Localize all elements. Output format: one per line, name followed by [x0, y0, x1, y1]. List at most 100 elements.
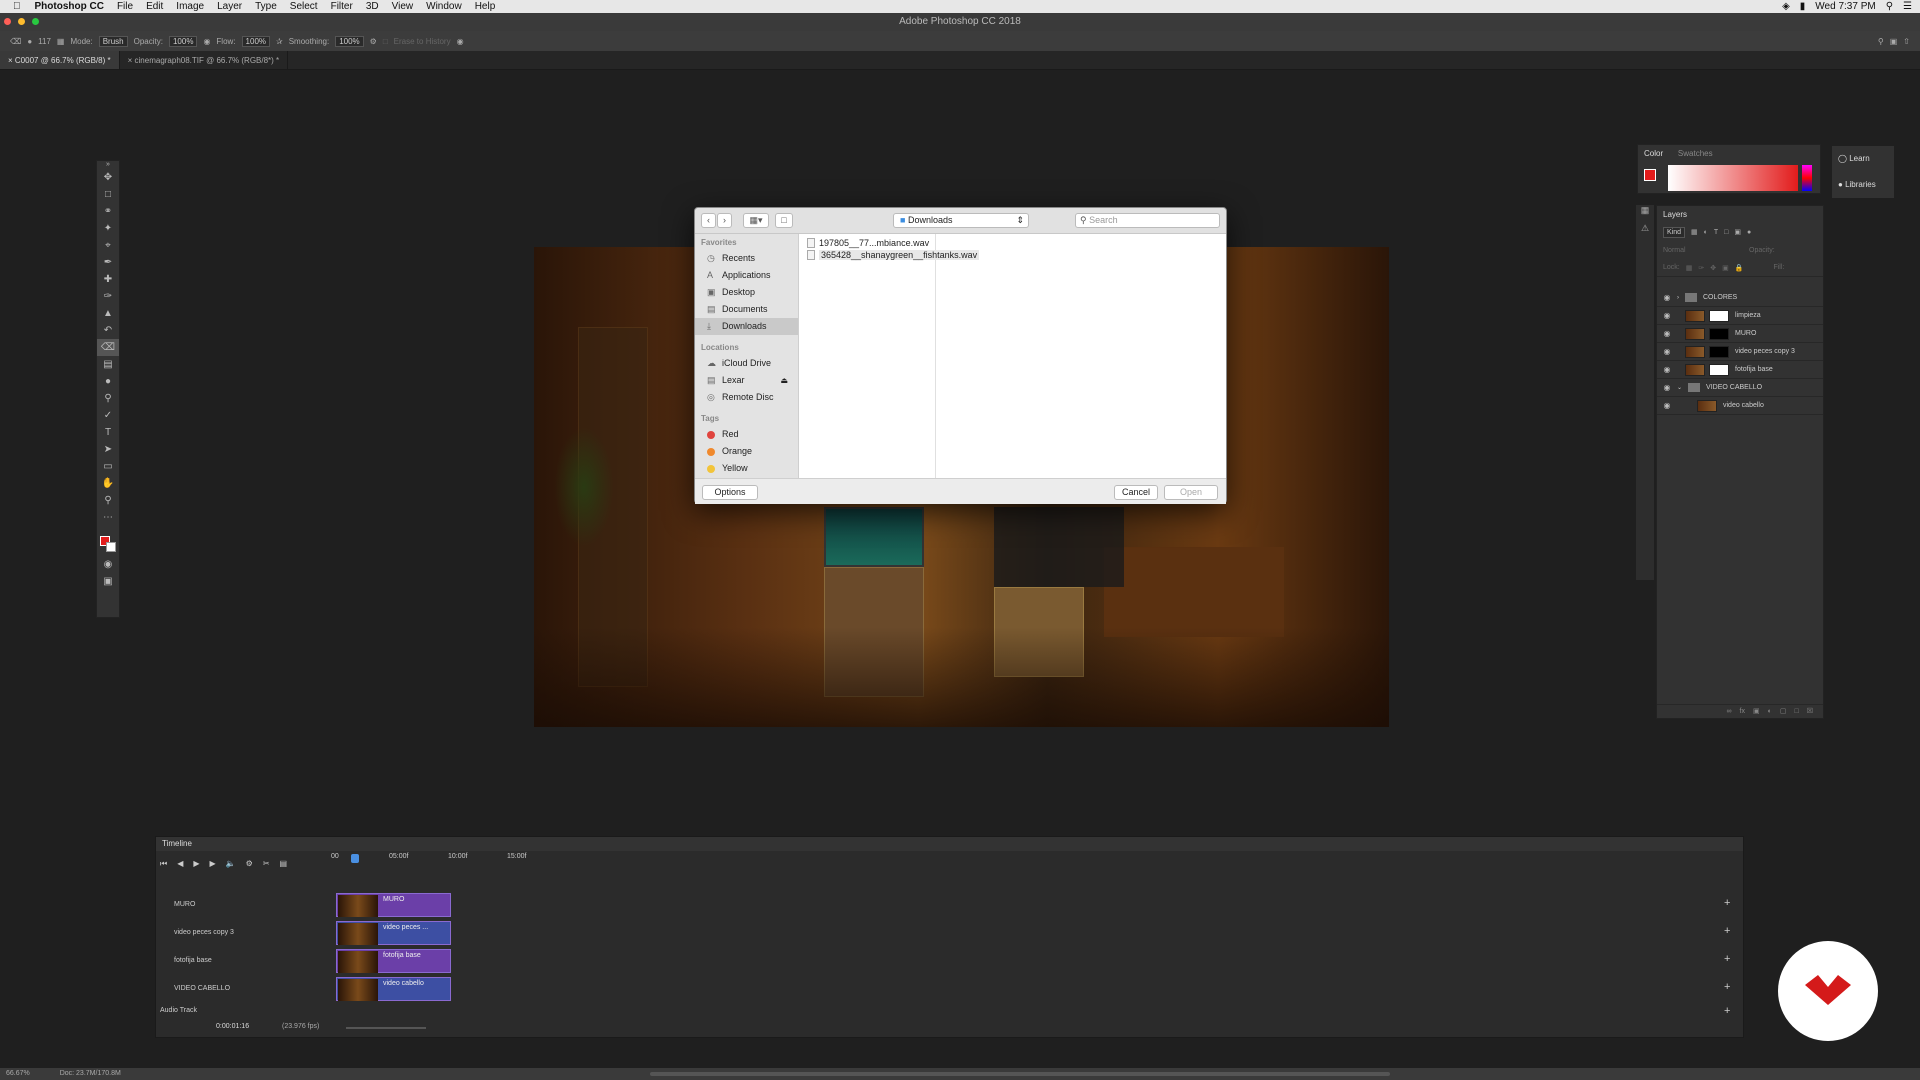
fx-icon[interactable]: fx: [1740, 705, 1745, 718]
lock-transparency-icon[interactable]: ▦: [1686, 264, 1693, 272]
menu-3d[interactable]: 3D: [366, 1, 379, 12]
sidebar-item-lexar[interactable]: ▤ Lexar ⏏: [695, 372, 798, 389]
sidebar-item-desktop[interactable]: ▣ Desktop: [695, 284, 798, 301]
sidebar-item-downloads[interactable]: ⤓ Downloads: [695, 318, 798, 335]
pressure-size-icon[interactable]: ◉: [457, 37, 464, 46]
quick-select-tool-icon[interactable]: ✦: [97, 220, 119, 237]
add-mask-icon[interactable]: ▣: [1753, 705, 1760, 718]
eye-icon[interactable]: ◉: [1661, 401, 1673, 410]
filter-smart-icon[interactable]: ▣: [1734, 228, 1741, 236]
sidebar-item-icloud[interactable]: ☁ iCloud Drive: [695, 355, 798, 372]
menu-filter[interactable]: Filter: [331, 1, 353, 12]
notification-icon[interactable]: ☰: [1903, 1, 1912, 12]
color-field[interactable]: [1668, 165, 1798, 191]
pen-tool-icon[interactable]: ✓: [97, 407, 119, 424]
background-color-swatch[interactable]: [106, 542, 116, 552]
brush-preset-icon[interactable]: ●: [27, 37, 32, 46]
zoom-slider[interactable]: [346, 1027, 426, 1029]
list-item[interactable]: 197805__77...mbiance.wav: [799, 237, 1226, 249]
clone-stamp-tool-icon[interactable]: ▲: [97, 305, 119, 322]
adjustment-layer-icon[interactable]: ◐: [1768, 705, 1772, 718]
menu-help[interactable]: Help: [475, 1, 496, 12]
split-icon[interactable]: ✂: [263, 859, 270, 869]
cancel-button[interactable]: Cancel: [1114, 485, 1158, 500]
brush-panel-icon[interactable]: ▦: [57, 37, 65, 46]
new-folder-icon[interactable]: □: [775, 213, 793, 228]
eye-icon[interactable]: ◉: [1661, 383, 1673, 392]
new-layer-icon[interactable]: □: [1794, 705, 1798, 718]
go-to-first-icon[interactable]: ⏮: [160, 859, 167, 869]
wifi-icon[interactable]: ◈: [1782, 1, 1790, 12]
minimize-window-icon[interactable]: [18, 18, 25, 25]
layer-row[interactable]: ◉ › COLORES: [1657, 289, 1823, 307]
tab-close-icon[interactable]: ×: [8, 56, 15, 65]
new-group-icon[interactable]: ▢: [1780, 705, 1787, 718]
link-layers-icon[interactable]: ∞: [1727, 705, 1732, 718]
close-window-icon[interactable]: [4, 18, 11, 25]
eyedropper-tool-icon[interactable]: ✒: [97, 254, 119, 271]
share-icon[interactable]: ⇧: [1903, 37, 1910, 46]
toolbar-collapse-icon[interactable]: »: [97, 161, 119, 169]
layer-row[interactable]: ◉ ⌄ VIDEO CABELLO: [1657, 379, 1823, 397]
filter-adjustment-icon[interactable]: ◐: [1704, 229, 1708, 236]
lasso-tool-icon[interactable]: ⚭: [97, 203, 119, 220]
eye-icon[interactable]: ◉: [1661, 347, 1673, 356]
layer-row[interactable]: ◉ video cabello: [1657, 397, 1823, 415]
back-button[interactable]: ‹: [701, 213, 716, 228]
timeline-clip[interactable]: MURO: [336, 893, 451, 917]
more-tools-icon[interactable]: ⋯: [97, 509, 119, 526]
list-item[interactable]: 365428__shanaygreen__fishtanks.wav: [799, 249, 1226, 261]
menu-app-name[interactable]: Photoshop CC: [35, 1, 104, 12]
sidebar-tag-orange[interactable]: Orange: [695, 443, 798, 460]
add-media-icon[interactable]: +: [1724, 925, 1734, 937]
layer-row[interactable]: ◉ video peces copy 3: [1657, 343, 1823, 361]
timeline-settings-icon[interactable]: ⚙: [246, 859, 253, 869]
search-field[interactable]: ⚲ Search: [1075, 213, 1220, 228]
path-select-tool-icon[interactable]: ➤: [97, 441, 119, 458]
menu-view[interactable]: View: [392, 1, 414, 12]
layer-row[interactable]: ◉ fotofija base: [1657, 361, 1823, 379]
add-media-icon[interactable]: +: [1724, 897, 1734, 909]
menubar-clock[interactable]: Wed 7:37 PM: [1815, 1, 1875, 12]
track-header[interactable]: VIDEO CABELLO: [156, 975, 336, 1003]
libraries-button[interactable]: ● Libraries: [1832, 172, 1894, 198]
options-button[interactable]: Options: [702, 485, 758, 500]
apple-icon[interactable]: : [13, 1, 21, 12]
eraser-tool-icon[interactable]: ⌫: [97, 339, 119, 356]
smoothing-settings-icon[interactable]: ⚙: [370, 37, 377, 46]
timeline-clip[interactable]: video peces ...: [336, 921, 451, 945]
tab-close-icon[interactable]: ×: [128, 56, 135, 65]
move-tool-icon[interactable]: ✥: [97, 169, 119, 186]
tab-layers[interactable]: Layers: [1657, 206, 1693, 223]
flow-field[interactable]: 100%: [241, 35, 271, 47]
erase-to-history-checkbox[interactable]: □: [383, 37, 388, 46]
horizontal-scrollbar[interactable]: [650, 1072, 1390, 1076]
eraser-tool-icon[interactable]: ⌫: [10, 37, 21, 46]
sidebar-tag-yellow[interactable]: Yellow: [695, 460, 798, 477]
opacity-field[interactable]: 100%: [168, 35, 198, 47]
zoom-tool-icon[interactable]: ⚲: [97, 492, 119, 509]
play-icon[interactable]: ▶: [193, 859, 199, 869]
brush-tool-icon[interactable]: ✑: [97, 288, 119, 305]
open-button[interactable]: Open: [1164, 485, 1218, 500]
screen-mode-icon[interactable]: ▣: [97, 573, 119, 590]
tab-color[interactable]: Color: [1638, 145, 1669, 162]
tab-document-1[interactable]: × C0007 @ 66.7% (RGB/8) *: [0, 51, 120, 69]
add-audio-icon[interactable]: +: [1724, 1005, 1734, 1017]
warning-icon[interactable]: ⚠: [1636, 223, 1654, 241]
quick-mask-icon[interactable]: ◉: [97, 556, 119, 573]
add-media-icon[interactable]: +: [1724, 953, 1734, 965]
chevron-right-icon[interactable]: ›: [1677, 295, 1679, 301]
eye-icon[interactable]: ◉: [1661, 311, 1673, 320]
track-header[interactable]: video peces copy 3: [156, 919, 336, 947]
menu-window[interactable]: Window: [426, 1, 462, 12]
zoom-window-icon[interactable]: [32, 18, 39, 25]
mode-select[interactable]: Brush: [98, 35, 128, 47]
trash-icon[interactable]: ☒: [1807, 705, 1813, 718]
lock-position-icon[interactable]: ✥: [1710, 264, 1716, 272]
search-icon[interactable]: ⚲: [1878, 37, 1884, 46]
menu-layer[interactable]: Layer: [217, 1, 242, 12]
foreground-color-swatch[interactable]: [1644, 169, 1656, 181]
rectangle-tool-icon[interactable]: ▭: [97, 458, 119, 475]
playhead[interactable]: [351, 854, 359, 863]
